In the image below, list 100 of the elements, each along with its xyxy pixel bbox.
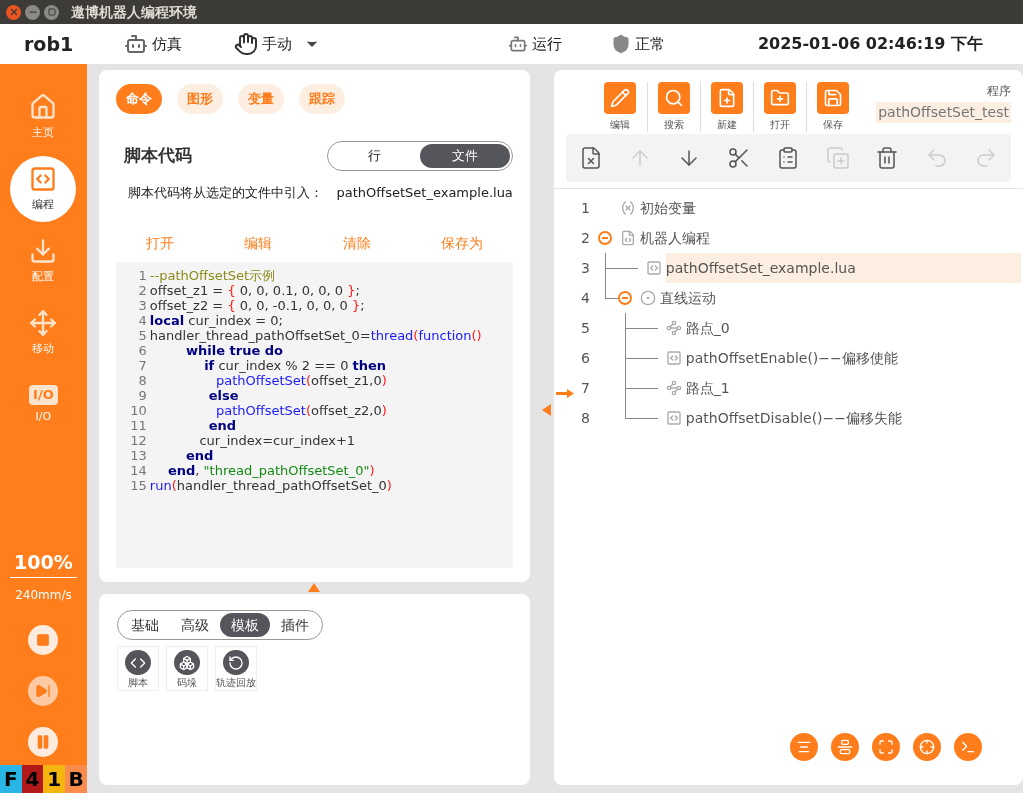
program-name-field[interactable]: pathOffsetSet_test [876, 102, 1011, 123]
code-line: if cur_index % 2 == 0 then [203, 357, 387, 373]
status-indicator: B [65, 765, 87, 793]
tree-item[interactable]: 路点_0 [685, 313, 1021, 343]
code-line: else [207, 387, 239, 403]
search-icon [657, 82, 690, 114]
new-file-icon [710, 82, 743, 114]
line-number: 6 [137, 342, 148, 358]
line-number: 8 [580, 408, 590, 428]
align-vertical-icon [837, 739, 853, 755]
tree-item[interactable]: pathOffsetEnable()−−偏移使能 [685, 343, 1021, 373]
close-button[interactable] [6, 4, 21, 20]
download-icon [29, 236, 58, 265]
line-number: 11 [129, 417, 148, 433]
maximize-icon [47, 8, 56, 16]
code-icon [665, 350, 682, 366]
home-icon [29, 92, 58, 121]
save-icon [816, 82, 849, 114]
run-state: 运行 [532, 33, 562, 55]
category-tab[interactable]: 基础 [119, 613, 170, 637]
tree-item[interactable]: 机器人编程 [639, 223, 1021, 253]
line-number: 4 [137, 312, 148, 328]
fit-view-button[interactable] [872, 733, 900, 761]
program-tool-button[interactable]: 打开 [752, 82, 806, 132]
terminal-button[interactable] [954, 733, 982, 761]
center-view-button[interactable] [790, 733, 818, 761]
io-icon: I/O [29, 385, 58, 405]
maximize-button[interactable] [44, 4, 59, 20]
pencil-icon [604, 82, 637, 114]
program-tool-button[interactable]: 新建 [699, 82, 753, 132]
code-icon [29, 164, 58, 193]
line-number: 4 [580, 288, 590, 308]
boxes-icon [178, 654, 195, 671]
mode-option[interactable]: 行 [329, 144, 420, 168]
category-tab[interactable]: 高级 [169, 613, 220, 637]
line-number: 7 [580, 378, 590, 398]
mode-option[interactable]: 文件 [419, 144, 510, 168]
code-icon [665, 410, 682, 426]
line-number: 2 [580, 228, 590, 248]
delete-button[interactable] [875, 146, 900, 170]
playback-control-button[interactable] [28, 726, 59, 757]
code-icon [645, 260, 662, 276]
code-line: pathOffsetSet(offset_z2,0) [214, 402, 387, 418]
safety-state: 正常 [635, 33, 665, 55]
collapse-toggle[interactable] [617, 291, 632, 305]
shield-icon [611, 34, 631, 54]
tree-item[interactable]: pathOffsetDisable()−−偏移失能 [685, 403, 1021, 433]
line-number: 6 [580, 348, 590, 368]
playback-control-button[interactable] [28, 624, 59, 655]
replay-icon [227, 654, 244, 671]
control-mode-dropdown[interactable]: 手动 [234, 32, 320, 56]
program-tool-button[interactable]: 编辑 [593, 82, 647, 132]
tree-item[interactable]: 直线运动 [659, 283, 1021, 313]
speed-percent: 100% [10, 548, 77, 578]
category-tab[interactable]: 插件 [269, 613, 320, 637]
tree-item[interactable]: pathOffsetSet_example.lua [665, 253, 1021, 283]
template-item[interactable]: 脚本 [116, 646, 159, 691]
window-title: 遨博机器人编程环境 [71, 2, 197, 22]
category-tab[interactable]: 模板 [219, 613, 270, 637]
code-line: end [207, 417, 237, 433]
robot-name: rob1 [24, 31, 75, 57]
line-number: 3 [580, 258, 590, 278]
mode-label: 仿真 [152, 33, 182, 55]
hand-icon [234, 32, 258, 56]
collapse-toggle[interactable] [597, 231, 612, 245]
line-number: 3 [137, 297, 148, 313]
section-title: 脚本代码 [123, 144, 192, 168]
line-number: 10 [129, 402, 148, 418]
code-line: while true do [186, 342, 284, 358]
circle-icon [639, 290, 656, 306]
code-line: end [185, 447, 214, 463]
cut-button[interactable] [726, 146, 751, 170]
status-indicator: 4 [21, 765, 44, 793]
align-center-icon [796, 739, 812, 755]
code-line: end, "thread_pathOffsetSet_0") [166, 462, 375, 478]
code-line: local cur_index = 0; [149, 312, 283, 328]
stop-icon [36, 632, 51, 647]
sidebar-item[interactable]: 编程 [10, 156, 77, 222]
tree-item[interactable]: 路点_1 [685, 373, 1021, 403]
program-tool-button[interactable]: 搜索 [646, 82, 700, 132]
template-item[interactable]: 码垛 [165, 646, 208, 691]
line-number: 2 [137, 282, 148, 298]
minimize-button[interactable] [25, 4, 40, 20]
date-time: 2025-01-06 02:46:19 下午 [757, 33, 983, 55]
align-view-button[interactable] [831, 733, 859, 761]
move-icon [29, 308, 58, 337]
crosshair-icon [919, 739, 935, 755]
simulation-icon [124, 32, 148, 56]
code-line: cur_index=cur_index+1 [198, 432, 356, 448]
speed-rate: 240mm/s [15, 586, 72, 604]
target-view-button[interactable] [913, 733, 941, 761]
delete-icon [875, 146, 900, 170]
program-tool-button[interactable]: 保存 [805, 82, 859, 132]
status-indicator: 1 [43, 765, 66, 793]
line-number: 7 [137, 357, 148, 373]
template-item[interactable]: 轨迹回放 [214, 646, 257, 691]
waypoint-icon [665, 320, 682, 336]
line-number: 9 [137, 387, 148, 403]
code-line: --pathOffsetSet示例 [149, 267, 276, 283]
tree-item[interactable]: 初始变量 [639, 193, 1021, 223]
